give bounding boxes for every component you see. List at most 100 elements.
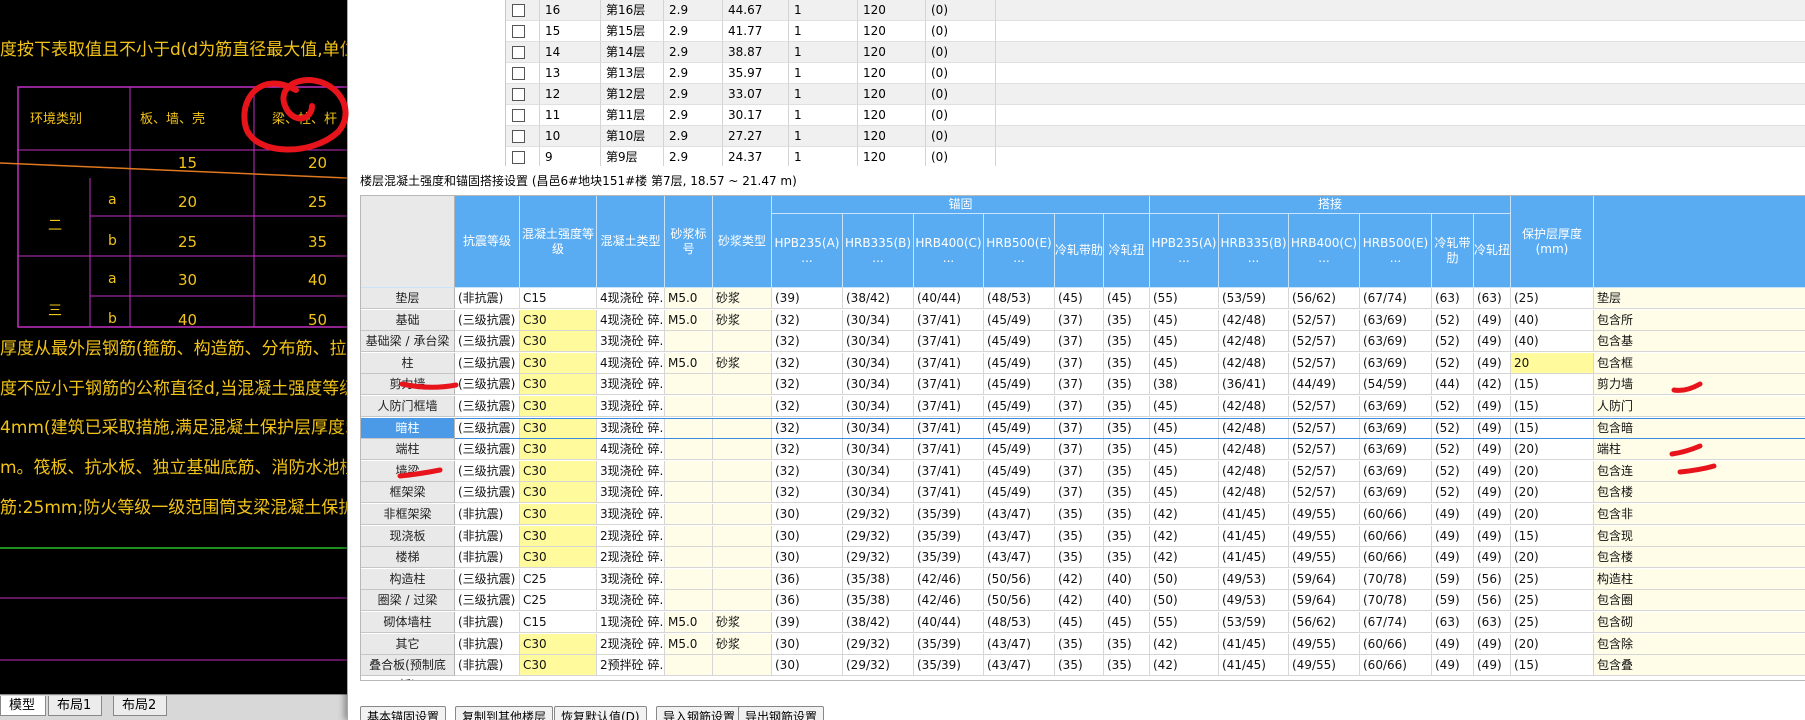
grid-cell[interactable]: (25): [1511, 612, 1594, 633]
grid-cell[interactable]: (49): [1474, 655, 1511, 677]
grid-cell[interactable]: (52): [1432, 309, 1474, 331]
grid-cell[interactable]: (54/59): [1360, 374, 1432, 396]
grid-cell[interactable]: (非抗震): [455, 612, 520, 633]
grid-cell[interactable]: [713, 460, 772, 482]
grid-cell[interactable]: (37/41): [914, 439, 984, 461]
row-header[interactable]: 现浇板: [361, 525, 455, 547]
export-rebar-button[interactable]: 导出钢筋设置: [738, 706, 825, 720]
grid-cell[interactable]: C25: [520, 568, 597, 590]
grid-cell[interactable]: (15): [1511, 374, 1594, 396]
floor-cell[interactable]: 2.9: [664, 63, 723, 84]
floor-checkbox[interactable]: [512, 88, 525, 101]
grid-cell[interactable]: (30/34): [843, 396, 914, 417]
grid-cell[interactable]: [665, 547, 713, 569]
grid-cell[interactable]: (20): [1511, 633, 1594, 655]
grid-cell[interactable]: (三级抗震): [455, 417, 520, 439]
grid-cell[interactable]: [665, 590, 713, 612]
floor-cell[interactable]: 35.97: [723, 63, 789, 84]
row-header[interactable]: 非框架梁: [361, 504, 455, 525]
floor-row[interactable]: 10 第10层 2.9 27.27 1 120 (0): [506, 126, 1805, 147]
floor-cell[interactable]: 第14层: [601, 42, 664, 63]
grid-cell[interactable]: (52): [1432, 460, 1474, 482]
grid-cell[interactable]: (35): [1055, 547, 1104, 569]
floor-cell[interactable]: 第9层: [601, 147, 664, 166]
grid-cell[interactable]: [713, 504, 772, 525]
grid-cell[interactable]: (52/57): [1289, 417, 1360, 439]
floor-cell[interactable]: 第15层: [601, 21, 664, 42]
grid-cell[interactable]: (30/34): [843, 309, 914, 331]
grid-cell[interactable]: [713, 417, 772, 439]
grid-cell[interactable]: (50): [1150, 568, 1219, 590]
grid-cell[interactable]: [713, 590, 772, 612]
grid-cell[interactable]: (49): [1474, 482, 1511, 504]
grid-cell[interactable]: (36): [772, 590, 843, 612]
grid-cell[interactable]: (37): [1055, 460, 1104, 482]
floor-cell[interactable]: 1: [789, 63, 858, 84]
grid-cell[interactable]: [665, 417, 713, 439]
column-header[interactable]: 冷轧扭: [1474, 214, 1511, 288]
grid-cell[interactable]: (52): [1432, 352, 1474, 374]
grid-cell[interactable]: [665, 331, 713, 353]
cad-tab-layout2[interactable]: 布局2: [113, 696, 168, 716]
grid-cell[interactable]: C30: [520, 655, 597, 677]
grid-cell[interactable]: (50): [1150, 590, 1219, 612]
concrete-anchor-lap-grid[interactable]: 锚固 搭接 抗震等级 混凝土强度等级 混凝土类型 砂浆标号 砂浆类型 HPB235(A) ..…: [360, 195, 1805, 681]
grid-cell[interactable]: (37): [1055, 439, 1104, 461]
grid-cell[interactable]: (38): [1150, 374, 1219, 396]
floor-cell[interactable]: 41.77: [723, 21, 789, 42]
column-header[interactable]: HPB235(A) ...: [1150, 214, 1219, 288]
grid-cell[interactable]: [713, 482, 772, 504]
grid-cell[interactable]: (40/44): [914, 612, 984, 633]
grid-cell[interactable]: (45): [1104, 612, 1150, 633]
grid-cell[interactable]: (37): [1055, 417, 1104, 439]
grid-cell[interactable]: (37/41): [914, 331, 984, 353]
grid-cell[interactable]: (42/48): [1219, 460, 1289, 482]
grid-cell[interactable]: (40/44): [914, 288, 984, 309]
floor-cell[interactable]: 120: [858, 42, 926, 63]
row-header[interactable]: 叠合板(预制底板): [361, 655, 455, 680]
grid-cell[interactable]: 4现浇砼 碎...: [597, 439, 665, 461]
grid-cell[interactable]: C30: [520, 460, 597, 482]
floor-cell[interactable]: 120: [858, 63, 926, 84]
column-header[interactable]: 冷轧带肋: [1055, 214, 1104, 288]
grid-cell[interactable]: 砂浆: [713, 633, 772, 655]
grid-cell[interactable]: (45): [1150, 331, 1219, 353]
row-header[interactable]: 楼梯: [361, 547, 455, 569]
grid-cell[interactable]: (60/66): [1360, 655, 1432, 677]
floor-cell[interactable]: (0): [926, 63, 996, 84]
grid-cell[interactable]: (40): [1511, 331, 1594, 353]
floor-cell[interactable]: 1: [789, 0, 858, 21]
grid-cell[interactable]: (42/48): [1219, 331, 1289, 353]
row-header[interactable]: 其它: [361, 633, 455, 655]
grid-cell[interactable]: (25): [1511, 568, 1594, 590]
floor-checkbox[interactable]: [512, 4, 525, 17]
grid-cell[interactable]: (52/57): [1289, 439, 1360, 461]
grid-cell[interactable]: (63/69): [1360, 439, 1432, 461]
grid-cell[interactable]: (38/42): [843, 288, 914, 309]
grid-cell[interactable]: [713, 396, 772, 417]
grid-cell[interactable]: 剪力墙: [1594, 374, 1805, 396]
grid-cell[interactable]: 包含非: [1594, 504, 1805, 525]
grid-cell[interactable]: (25): [1511, 590, 1594, 612]
grid-cell[interactable]: (59/64): [1289, 590, 1360, 612]
grid-cell[interactable]: (63/69): [1360, 460, 1432, 482]
grid-cell[interactable]: [665, 460, 713, 482]
grid-cell[interactable]: (35/39): [914, 525, 984, 547]
grid-cell[interactable]: [665, 568, 713, 590]
floor-row[interactable]: 15 第15层 2.9 41.77 1 120 (0): [506, 21, 1805, 42]
grid-cell[interactable]: 包含现: [1594, 525, 1805, 547]
grid-cell[interactable]: 包含连: [1594, 460, 1805, 482]
grid-cell[interactable]: (49): [1432, 547, 1474, 569]
grid-cell[interactable]: (67/74): [1360, 288, 1432, 309]
column-header[interactable]: 混凝土类型: [597, 196, 665, 288]
column-header[interactable]: HRB500(E) ...: [984, 214, 1055, 288]
grid-cell[interactable]: C30: [520, 331, 597, 353]
grid-cell[interactable]: (42/48): [1219, 482, 1289, 504]
floor-cell[interactable]: (0): [926, 147, 996, 166]
grid-cell[interactable]: (49/53): [1219, 590, 1289, 612]
grid-cell[interactable]: (32): [772, 482, 843, 504]
grid-cell[interactable]: (42): [1150, 504, 1219, 525]
grid-cell[interactable]: (49): [1474, 633, 1511, 655]
floor-cell[interactable]: 2.9: [664, 21, 723, 42]
column-header[interactable]: 砂浆标号: [665, 196, 713, 288]
